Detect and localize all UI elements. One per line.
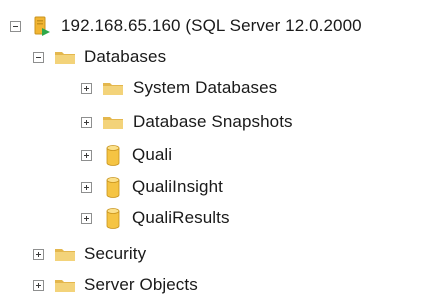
folder-icon	[55, 52, 75, 64]
tree-node-label: QualiInsight	[132, 177, 223, 196]
folder-icon	[103, 117, 123, 129]
folder-icon	[103, 83, 123, 95]
expand-toggle[interactable]	[81, 149, 92, 161]
server-icon	[34, 16, 50, 36]
tree-node-server[interactable]: 192.168.65.160 (SQL Server 12.0.2000	[10, 9, 362, 43]
tree-node-label: Quali	[132, 145, 173, 164]
tree-node-system-databases[interactable]: System Databases	[81, 71, 277, 105]
tree-node-database-snapshots[interactable]: Database Snapshots	[81, 105, 293, 139]
tree-node-quali[interactable]: Quali	[81, 138, 172, 172]
tree-node-security[interactable]: Security	[33, 237, 146, 271]
folder-icon	[55, 280, 75, 292]
expand-toggle[interactable]	[33, 248, 44, 260]
database-icon	[106, 145, 120, 166]
tree-node-label: System Databases	[133, 78, 278, 97]
expand-toggle[interactable]	[81, 181, 92, 193]
tree-node-label: QualiResults	[132, 208, 230, 227]
tree-node-databases[interactable]: Databases	[33, 40, 166, 74]
tree-node-label: Server Objects	[84, 275, 198, 294]
database-icon	[106, 177, 120, 198]
tree-node-label: 192.168.65.160 (SQL Server 12.0.2000	[61, 16, 362, 35]
object-explorer-tree: 192.168.65.160 (SQL Server 12.0.2000 Dat…	[0, 0, 431, 303]
tree-node-quali-insight[interactable]: QualiInsight	[81, 170, 223, 204]
collapse-toggle[interactable]	[10, 20, 21, 32]
expand-toggle[interactable]	[81, 82, 92, 94]
expand-toggle[interactable]	[81, 212, 92, 224]
folder-icon	[55, 249, 75, 261]
collapse-toggle[interactable]	[33, 51, 44, 63]
database-icon	[106, 208, 120, 229]
tree-node-quali-results[interactable]: QualiResults	[81, 201, 230, 235]
tree-node-label: Database Snapshots	[133, 112, 293, 131]
expand-toggle[interactable]	[81, 116, 92, 128]
tree-node-label: Databases	[84, 47, 167, 66]
tree-node-label: Security	[84, 244, 147, 263]
expand-toggle[interactable]	[33, 279, 44, 291]
tree-node-server-objects[interactable]: Server Objects	[33, 268, 198, 302]
